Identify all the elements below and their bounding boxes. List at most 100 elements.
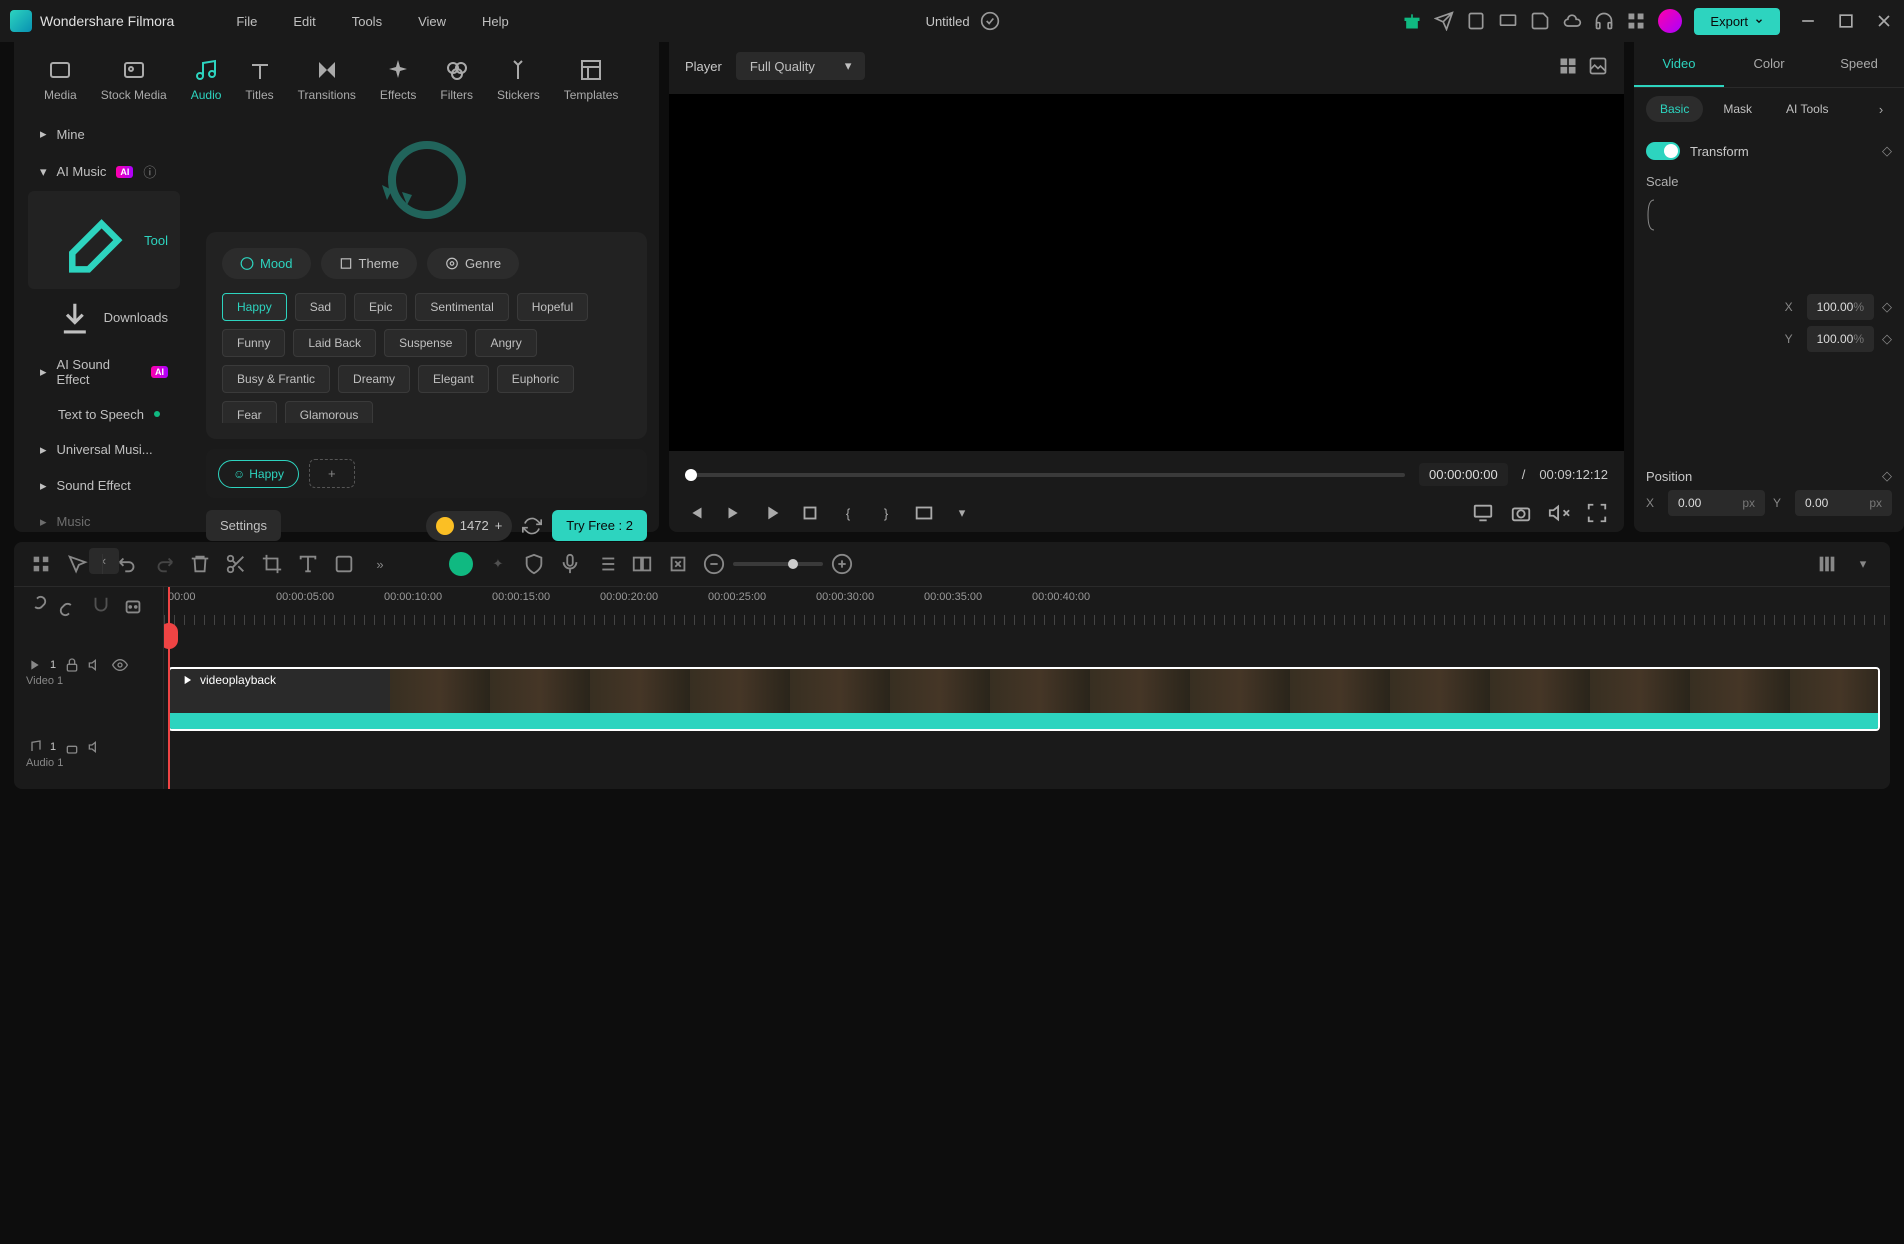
tablet-icon[interactable]	[1466, 11, 1486, 31]
props-tab-speed[interactable]: Speed	[1814, 42, 1904, 87]
sidebar-tool[interactable]: Tool	[28, 191, 180, 289]
cloud-icon[interactable]	[1562, 11, 1582, 31]
sidebar-downloads[interactable]: Downloads	[28, 289, 180, 347]
scale-y-keyframe-icon[interactable]: ◇	[1882, 331, 1892, 347]
sidebar-universal-music[interactable]: ▸Universal Musi...	[28, 432, 180, 468]
display-icon[interactable]	[1472, 502, 1494, 524]
tab-effects[interactable]: Effects	[370, 50, 426, 110]
mood-elegant[interactable]: Elegant	[418, 365, 489, 393]
tab-media[interactable]: Media	[34, 50, 87, 110]
tl-fit-icon[interactable]	[667, 553, 689, 575]
sidebar-ai-sound-effect[interactable]: ▸AI Sound EffectAI	[28, 347, 180, 397]
track-lock-icon[interactable]	[64, 657, 80, 673]
mood-tab-theme[interactable]: Theme	[321, 248, 417, 279]
mood-angry[interactable]: Angry	[475, 329, 536, 357]
settings-button[interactable]: Settings	[206, 510, 281, 541]
zoom-in-icon[interactable]	[831, 553, 853, 575]
transform-keyframe-icon[interactable]: ◇	[1882, 143, 1892, 159]
pos-x-input[interactable]: 0.00px	[1668, 490, 1765, 516]
tl-columns-chevron-icon[interactable]: ▾	[1852, 553, 1874, 575]
mood-laid-back[interactable]: Laid Back	[293, 329, 376, 357]
subtab-next-icon[interactable]: ›	[1870, 98, 1892, 120]
close-icon[interactable]	[1874, 11, 1894, 31]
tl-undo-icon[interactable]	[117, 553, 139, 575]
mark-in-icon[interactable]: {	[837, 502, 859, 524]
zoom-slider[interactable]	[733, 562, 823, 566]
mood-sad[interactable]: Sad	[295, 293, 346, 321]
mute-icon[interactable]	[1548, 502, 1570, 524]
scrub-track[interactable]	[685, 473, 1405, 477]
tl-columns-icon[interactable]	[1816, 553, 1838, 575]
subtab-basic[interactable]: Basic	[1646, 96, 1703, 122]
play-icon[interactable]	[761, 502, 783, 524]
mood-hopeful[interactable]: Hopeful	[517, 293, 588, 321]
track-mute-icon[interactable]	[88, 657, 104, 673]
fullscreen-icon[interactable]	[1586, 502, 1608, 524]
pos-y-input[interactable]: 0.00px	[1795, 490, 1892, 516]
menu-edit[interactable]: Edit	[279, 8, 329, 35]
minimize-icon[interactable]	[1798, 11, 1818, 31]
menu-file[interactable]: File	[222, 8, 271, 35]
tab-filters[interactable]: Filters	[430, 50, 483, 110]
apps-icon[interactable]	[1626, 11, 1646, 31]
sidebar-sound-effect[interactable]: ▸Sound Effect	[28, 468, 180, 504]
credits-badge[interactable]: 1472+	[426, 511, 513, 541]
maximize-icon[interactable]	[1836, 11, 1856, 31]
mood-tab-genre[interactable]: Genre	[427, 248, 519, 279]
scale-x-keyframe-icon[interactable]: ◇	[1882, 299, 1892, 315]
tl-magnet-icon[interactable]	[90, 595, 112, 617]
mood-suspense[interactable]: Suspense	[384, 329, 467, 357]
tl-cursor-icon[interactable]	[66, 553, 88, 575]
stop-icon[interactable]	[799, 502, 821, 524]
screen-icon[interactable]	[1498, 11, 1518, 31]
mood-epic[interactable]: Epic	[354, 293, 407, 321]
track-audio-lock-icon[interactable]	[64, 739, 80, 755]
add-mood-button[interactable]: +	[309, 459, 355, 488]
tab-titles[interactable]: Titles	[235, 50, 283, 110]
menu-view[interactable]: View	[404, 8, 460, 35]
export-button[interactable]: Export	[1694, 8, 1780, 35]
headphones-icon[interactable]	[1594, 11, 1614, 31]
tab-stock-media[interactable]: Stock Media	[91, 50, 177, 110]
quality-select[interactable]: Full Quality▾	[736, 52, 866, 80]
tl-chain-icon[interactable]	[58, 595, 80, 617]
collapse-sidebar-icon[interactable]: ‹	[89, 548, 119, 574]
snapshot-icon[interactable]	[1510, 502, 1532, 524]
menu-tools[interactable]: Tools	[338, 8, 396, 35]
scale-y-input[interactable]: 100.00%	[1807, 326, 1874, 352]
tl-apps-icon[interactable]	[30, 553, 52, 575]
track-eye-icon[interactable]	[112, 657, 128, 673]
tl-link-icon[interactable]	[26, 595, 48, 617]
aspect-icon[interactable]	[913, 502, 935, 524]
scale-x-input[interactable]: 100.00%	[1807, 294, 1874, 320]
mood-fear[interactable]: Fear	[222, 401, 277, 423]
aspect-chevron-icon[interactable]: ▾	[951, 502, 973, 524]
grid-view-icon[interactable]	[1558, 56, 1578, 76]
tab-audio[interactable]: Audio	[181, 50, 232, 110]
playhead[interactable]	[168, 587, 170, 789]
tab-templates[interactable]: Templates	[554, 50, 629, 110]
sidebar-music[interactable]: ▸Music	[28, 504, 180, 540]
timeline-ruler[interactable]: 00:00 00:00:05:00 00:00:10:00 00:00:15:0…	[164, 587, 1890, 625]
tl-redo-icon[interactable]	[153, 553, 175, 575]
mood-busy-frantic[interactable]: Busy & Frantic	[222, 365, 330, 393]
menu-help[interactable]: Help	[468, 8, 523, 35]
selected-mood-happy[interactable]: ☺ Happy	[218, 460, 299, 488]
user-avatar[interactable]	[1658, 9, 1682, 33]
link-scale-icon[interactable]	[1646, 195, 1777, 456]
subtab-ai-tools[interactable]: AI Tools	[1772, 96, 1842, 122]
position-keyframe-icon[interactable]: ◇	[1882, 468, 1892, 484]
prev-frame-icon[interactable]	[685, 502, 707, 524]
sidebar-mine[interactable]: ▸Mine	[28, 116, 180, 152]
subtab-mask[interactable]: Mask	[1709, 96, 1766, 122]
tab-stickers[interactable]: Stickers	[487, 50, 550, 110]
mood-sentimental[interactable]: Sentimental	[415, 293, 508, 321]
zoom-out-icon[interactable]	[703, 553, 725, 575]
tl-sparkle-icon[interactable]: ✦	[487, 553, 509, 575]
refresh-icon[interactable]	[522, 516, 542, 536]
send-icon[interactable]	[1434, 11, 1454, 31]
mood-happy[interactable]: Happy	[222, 293, 287, 321]
save-icon[interactable]	[1530, 11, 1550, 31]
mood-glamorous[interactable]: Glamorous	[285, 401, 374, 423]
track-audio-mute-icon[interactable]	[88, 739, 104, 755]
